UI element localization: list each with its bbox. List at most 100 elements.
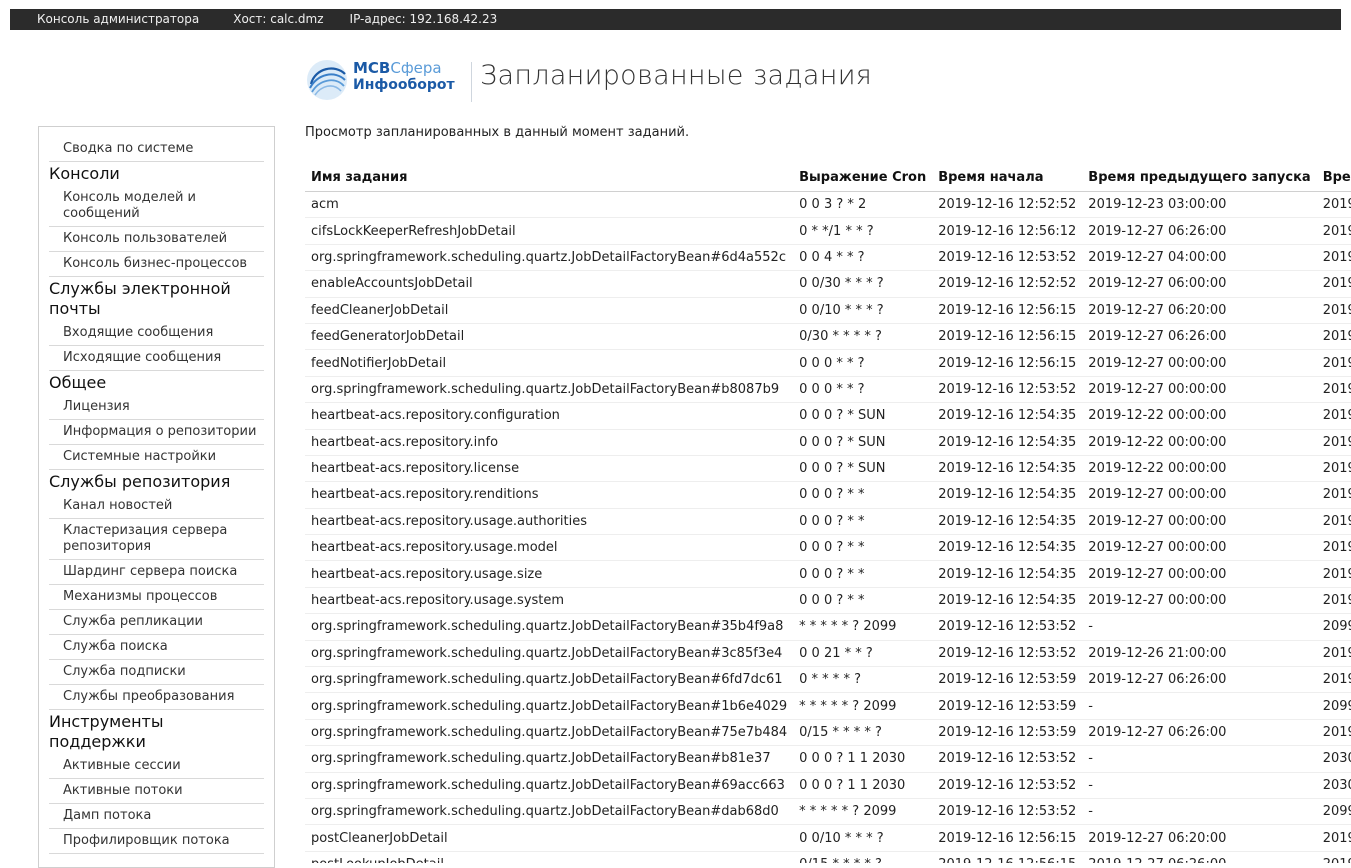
- cell-previous-run: 2019-12-27 06:26:00: [1082, 719, 1317, 747]
- admin-console-label: Консоль администратора: [37, 12, 200, 26]
- cell-job-name: feedNotifierJobDetail: [305, 349, 794, 377]
- cell-job-name: heartbeat-acs.repository.configuration: [305, 402, 794, 430]
- cell-cron: * * * * * ? 2099: [793, 692, 933, 720]
- table-row: org.springframework.scheduling.quartz.Jo…: [305, 719, 1351, 747]
- col-header-next-run[interactable]: Время: [1316, 163, 1351, 192]
- table-row: postLookupJobDetail0/15 * * * * ?2019-12…: [305, 851, 1351, 863]
- host-label: Хост: calc.dmz: [233, 12, 324, 26]
- cell-next-run: 2019-12: [1316, 191, 1351, 219]
- cell-start-time: 2019-12-16 12:53:52: [932, 376, 1083, 404]
- logo-text-infooborot: Инфооборот: [353, 77, 455, 93]
- cell-start-time: 2019-12-16 12:53:52: [932, 798, 1083, 826]
- sidebar-item[interactable]: Служба репликации: [49, 610, 264, 635]
- cell-cron: 0 0 0 ? * SUN: [793, 429, 933, 456]
- sidebar-item[interactable]: Служба подписки: [49, 660, 264, 685]
- cell-next-run: 2019-12: [1316, 270, 1351, 298]
- sidebar-item[interactable]: Службы преобразования: [49, 685, 264, 710]
- cell-cron: 0 0/30 * * * ?: [793, 270, 933, 298]
- cell-job-name: enableAccountsJobDetail: [305, 270, 794, 298]
- logo-text-sfera: Сфера: [390, 59, 442, 77]
- cell-start-time: 2019-12-16 12:53:52: [932, 613, 1083, 641]
- cell-start-time: 2019-12-16 12:53:59: [932, 666, 1083, 694]
- cell-start-time: 2019-12-16 12:56:15: [932, 851, 1083, 863]
- sidebar-item[interactable]: Служба поиска: [49, 635, 264, 660]
- sidebar-item[interactable]: Консоль пользователей: [49, 227, 264, 252]
- cell-cron: 0 0 0 ? * *: [793, 481, 933, 509]
- cell-cron: 0 0 0 ? * *: [793, 508, 933, 536]
- sidebar-item[interactable]: Канал новостей: [49, 494, 264, 519]
- sidebar-item[interactable]: Консоль моделей и сообщений: [49, 186, 264, 227]
- table-row: heartbeat-acs.repository.info 0 0 0 ? * S…: [305, 429, 1351, 456]
- cell-cron: 0 0/10 * * * ?: [793, 824, 933, 852]
- cell-job-name: org.springframework.scheduling.quartz.Jo…: [305, 719, 794, 747]
- cell-previous-run: -: [1082, 745, 1317, 773]
- sidebar-item[interactable]: Информация о репозитории: [49, 420, 264, 445]
- cell-previous-run: 2019-12-23 03:00:00: [1082, 191, 1317, 219]
- cell-cron: 0 * * * * ?: [793, 666, 933, 694]
- cell-previous-run: 2019-12-26 21:00:00: [1082, 640, 1317, 668]
- col-header-job-name[interactable]: Имя задания: [305, 163, 794, 192]
- sidebar-item[interactable]: Кластеризация сервера репозитория: [49, 519, 264, 560]
- cell-job-name: cifsLockKeeperRefreshJobDetail: [305, 217, 794, 245]
- cell-start-time: 2019-12-16 12:53:59: [932, 719, 1083, 747]
- sidebar-item[interactable]: Сводка по системе: [49, 137, 264, 162]
- table-row: feedNotifierJobDetail 0 0 0 * * ? 2019-12-…: [305, 349, 1351, 377]
- cell-previous-run: -: [1082, 772, 1317, 799]
- cell-previous-run: 2019-12-27 06:26:00: [1082, 217, 1317, 245]
- cell-next-run: 2019-12: [1316, 402, 1351, 430]
- cell-start-time: 2019-12-16 12:53:52: [932, 745, 1083, 773]
- cell-next-run: 2019-12: [1316, 587, 1351, 615]
- table-row: heartbeat-acs.repository.usage.model 0 0 …: [305, 534, 1351, 562]
- cell-previous-run: 2019-12-27 00:00:00: [1082, 508, 1317, 536]
- cell-start-time: 2019-12-16 12:56:15: [932, 323, 1083, 351]
- col-header-cron[interactable]: Выражение Cron: [793, 163, 933, 192]
- cell-start-time: 2019-12-16 12:54:35: [932, 429, 1083, 456]
- sidebar-section-heading: Службы электронной почты: [49, 279, 231, 318]
- cell-job-name: heartbeat-acs.repository.license: [305, 455, 794, 483]
- scheduled-jobs-table: Имя задания Выражение Cron Время начала …: [305, 163, 1351, 863]
- cell-next-run: 2019-12: [1316, 560, 1351, 588]
- cell-next-run: 2019-12: [1316, 719, 1351, 747]
- cell-cron: 0 * */1 * * ?: [793, 217, 933, 245]
- cell-start-time: 2019-12-16 12:54:35: [932, 534, 1083, 562]
- col-header-start-time[interactable]: Время начала: [932, 163, 1083, 192]
- cell-job-name: org.springframework.scheduling.quartz.Jo…: [305, 798, 794, 826]
- cell-start-time: 2019-12-16 12:53:52: [932, 640, 1083, 668]
- sidebar-item[interactable]: Активные потоки: [49, 779, 264, 804]
- cell-job-name: org.springframework.scheduling.quartz.Jo…: [305, 640, 794, 668]
- sidebar-item[interactable]: Дамп потока: [49, 804, 264, 829]
- sidebar-item[interactable]: Консоль бизнес-процессов: [49, 252, 264, 277]
- cell-cron: * * * * * ? 2099: [793, 798, 933, 826]
- table-row: org.springframework.scheduling.quartz.Jo…: [305, 772, 1351, 799]
- cell-cron: 0/15 * * * * ?: [793, 851, 933, 863]
- logo-divider: [471, 62, 472, 102]
- cell-job-name: postLookupJobDetail: [305, 851, 794, 863]
- cell-cron: 0 0 3 ? * 2: [793, 191, 933, 219]
- table-row: org.springframework.scheduling.quartz.Jo…: [305, 666, 1351, 694]
- cell-job-name: org.springframework.scheduling.quartz.Jo…: [305, 376, 794, 404]
- sidebar-item[interactable]: Входящие сообщения: [49, 321, 264, 346]
- table-row: enableAccountsJobDetail 0 0/30 * * * ? 201…: [305, 270, 1351, 298]
- sidebar-item[interactable]: Активные сессии: [49, 754, 264, 779]
- page-description: Просмотр запланированных в данный момент…: [305, 125, 690, 140]
- cell-job-name: heartbeat-acs.repository.renditions: [305, 481, 794, 509]
- ip-label: IP-адрес: 192.168.42.23: [349, 12, 498, 26]
- col-header-previous-run[interactable]: Время предыдущего запуска: [1082, 163, 1317, 192]
- cell-start-time: 2019-12-16 12:56:15: [932, 824, 1083, 852]
- sidebar-item[interactable]: Механизмы процессов: [49, 585, 264, 610]
- cell-start-time: 2019-12-16 12:54:35: [932, 481, 1083, 509]
- sidebar-item[interactable]: Лицензия: [49, 395, 264, 420]
- cell-next-run: 2019-12: [1316, 297, 1351, 324]
- sidebar-item[interactable]: Профилировщик потока: [49, 829, 264, 854]
- sidebar-item[interactable]: Системные настройки: [49, 445, 264, 470]
- sidebar-item[interactable]: Шардинг сервера поиска: [49, 560, 264, 585]
- cell-cron: 0 0/10 * * * ?: [793, 297, 933, 324]
- cell-job-name: acm: [305, 191, 794, 219]
- table-row: org.springframework.scheduling.quartz.Jo…: [305, 798, 1351, 826]
- table-row: postCleanerJobDetail 0 0/10 * * * ? 2019-1…: [305, 824, 1351, 852]
- sidebar-item[interactable]: Исходящие сообщения: [49, 346, 264, 371]
- brand-logo: МСВСфера Инфооборот: [305, 58, 473, 104]
- cell-job-name: org.springframework.scheduling.quartz.Jo…: [305, 772, 794, 799]
- cell-next-run: 2030-01: [1316, 745, 1351, 773]
- logo-swirl-icon: [307, 60, 347, 100]
